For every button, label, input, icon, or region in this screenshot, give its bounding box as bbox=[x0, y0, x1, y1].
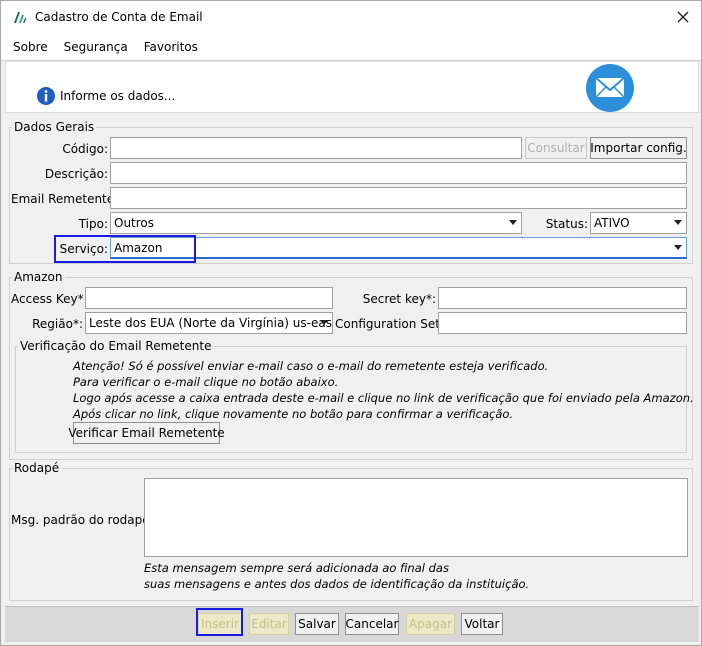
voltar-button[interactable]: Voltar bbox=[461, 613, 503, 635]
regiao-label: Região*: bbox=[32, 317, 83, 331]
access-key-label: Access Key*: bbox=[11, 292, 88, 306]
menu-item-sobre[interactable]: Sobre bbox=[13, 40, 48, 54]
window-title: Cadastro de Conta de Email bbox=[35, 10, 203, 24]
tipo-select[interactable]: Outros bbox=[110, 212, 522, 234]
verificacao-legend: Verificação do Email Remetente bbox=[20, 339, 212, 353]
status-select[interactable]: ATIVO bbox=[590, 212, 687, 234]
verificar-email-button[interactable]: Verificar Email Remetente bbox=[68, 422, 225, 444]
consultar-button[interactable]: Consultar bbox=[525, 137, 587, 159]
menu-item-seguranca[interactable]: Segurança bbox=[64, 40, 128, 54]
tipo-value: Outros bbox=[114, 216, 155, 230]
importar-config-label: Importar config. bbox=[590, 141, 687, 155]
title-bar: Cadastro de Conta de Email bbox=[1, 1, 701, 33]
importar-config-button[interactable]: Importar config. bbox=[590, 137, 687, 159]
secret-key-label: Secret key*: bbox=[362, 292, 436, 306]
cancelar-label: Cancelar bbox=[345, 617, 399, 631]
verificar-email-label: Verificar Email Remetente bbox=[68, 426, 225, 440]
access-key-input[interactable] bbox=[85, 287, 333, 309]
chevron-down-icon bbox=[320, 320, 328, 325]
info-icon bbox=[37, 87, 55, 105]
email-remetente-input[interactable] bbox=[110, 187, 687, 209]
close-icon bbox=[677, 11, 689, 23]
apagar-label: Apagar bbox=[408, 617, 453, 631]
app-window: Cadastro de Conta de Email Sobre Seguran… bbox=[0, 0, 702, 646]
verificacao-line: Para verificar o e-mail clique no botão … bbox=[73, 375, 339, 389]
verificacao-line: Logo após acesse a caixa entrada deste e… bbox=[73, 391, 694, 405]
voltar-label: Voltar bbox=[464, 617, 500, 631]
editar-button[interactable]: Editar bbox=[249, 613, 289, 635]
verificacao-text: Atenção! Só é possível enviar e-mail cas… bbox=[73, 358, 694, 422]
cancelar-button[interactable]: Cancelar bbox=[345, 613, 399, 635]
codigo-input[interactable] bbox=[110, 137, 522, 159]
chevron-down-icon bbox=[509, 220, 517, 225]
configuration-set-label: Configuration Set*: bbox=[335, 317, 450, 331]
info-text: Informe os dados... bbox=[60, 89, 176, 103]
mail-icon bbox=[586, 64, 634, 112]
chevron-down-icon bbox=[674, 220, 682, 225]
descricao-label: Descrição: bbox=[44, 167, 108, 181]
app-logo-icon bbox=[14, 12, 27, 23]
header-panel: Informe os dados... bbox=[5, 61, 699, 113]
menu-bar: Sobre Segurança Favoritos bbox=[1, 33, 701, 61]
rodape-hint-line: suas mensagens e antes dos dados de iden… bbox=[144, 577, 530, 591]
verificacao-line: Após clicar no link, clique novamente no… bbox=[73, 407, 514, 421]
close-button[interactable] bbox=[673, 7, 693, 27]
rodape-hint: Esta mensagem sempre será adicionada ao … bbox=[144, 560, 529, 592]
servico-select[interactable]: Amazon bbox=[110, 237, 687, 259]
regiao-select[interactable]: Leste dos EUA (Norte da Virgínia) us-eas… bbox=[85, 312, 333, 334]
secret-key-input[interactable] bbox=[438, 287, 687, 309]
menu-item-favoritos[interactable]: Favoritos bbox=[144, 40, 198, 54]
apagar-button[interactable]: Apagar bbox=[406, 613, 455, 635]
codigo-label: Código: bbox=[62, 142, 108, 156]
msg-rodape-label: Msg. padrão do rodapé: bbox=[11, 513, 154, 527]
status-label: Status: bbox=[545, 217, 588, 231]
servico-highlight-box bbox=[54, 235, 196, 263]
consultar-label: Consultar bbox=[527, 141, 585, 155]
inserir-highlight-box bbox=[196, 608, 243, 636]
descricao-input[interactable] bbox=[110, 162, 687, 184]
rodape-hint-line: Esta mensagem sempre será adicionada ao … bbox=[144, 561, 449, 575]
salvar-label: Salvar bbox=[298, 617, 336, 631]
chevron-down-icon bbox=[674, 245, 682, 250]
tipo-label: Tipo: bbox=[78, 217, 108, 231]
verificacao-line: Atenção! Só é possível enviar e-mail cas… bbox=[73, 359, 549, 373]
status-value: ATIVO bbox=[594, 216, 630, 230]
regiao-value: Leste dos EUA (Norte da Virgínia) us-eas… bbox=[89, 316, 333, 330]
email-remetente-label: Email Remetente: bbox=[11, 192, 119, 206]
editar-label: Editar bbox=[251, 617, 287, 631]
rodape-legend: Rodapé bbox=[14, 461, 60, 475]
amazon-legend: Amazon bbox=[14, 270, 63, 284]
configuration-set-input[interactable] bbox=[438, 312, 687, 334]
dados-gerais-legend: Dados Gerais bbox=[14, 120, 95, 134]
salvar-button[interactable]: Salvar bbox=[295, 613, 339, 635]
msg-rodape-textarea[interactable] bbox=[144, 478, 688, 557]
